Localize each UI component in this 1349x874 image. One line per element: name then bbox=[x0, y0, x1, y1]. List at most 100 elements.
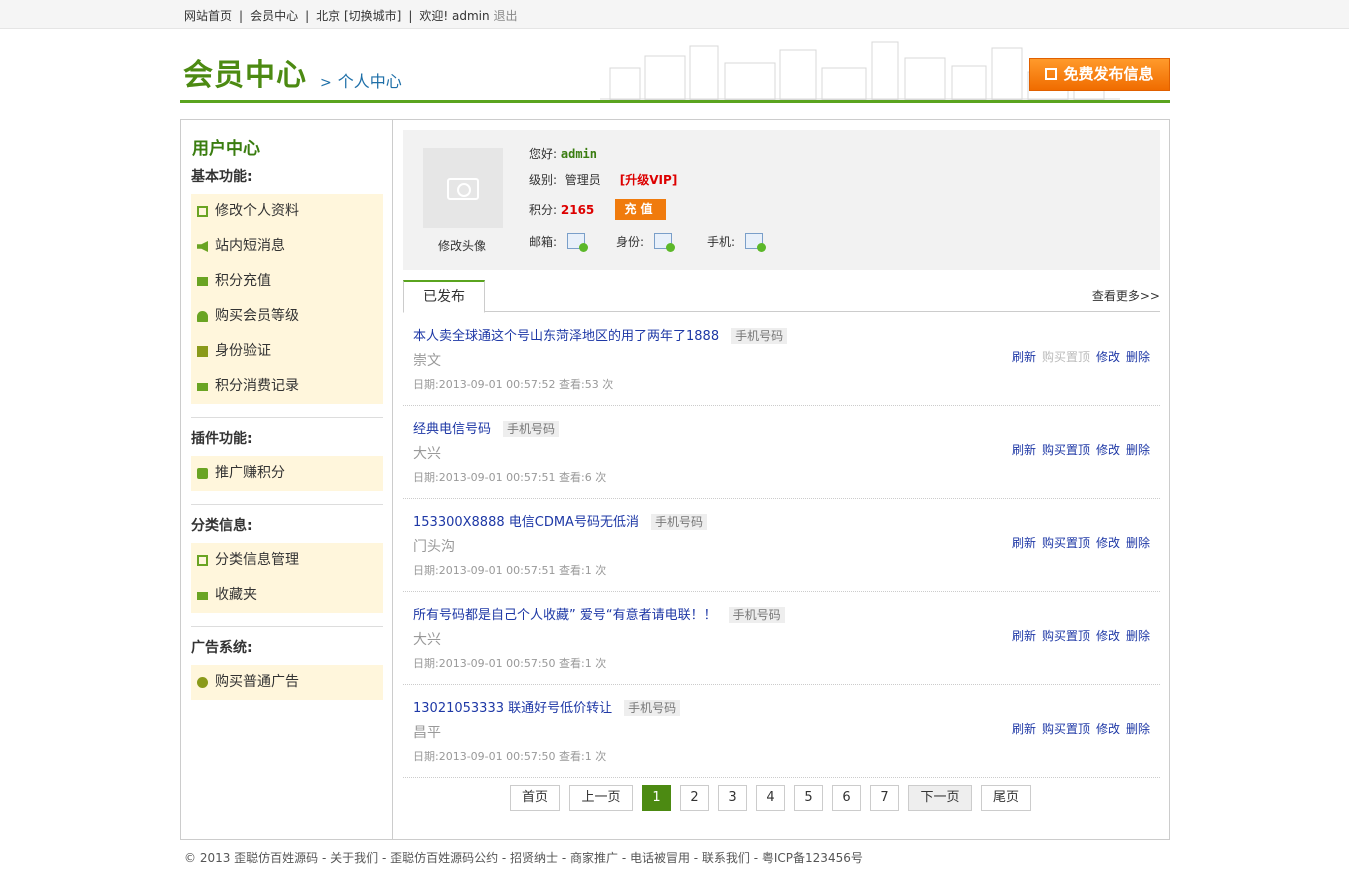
listing-title-link[interactable]: 所有号码都是自己个人收藏” 爱号“有意者请电联！！ bbox=[413, 608, 717, 623]
section-divider bbox=[191, 626, 383, 627]
edit-icon bbox=[1045, 68, 1058, 80]
sidebar-item-label: 站内短消息 bbox=[215, 238, 285, 254]
camera-icon bbox=[447, 178, 479, 200]
first-page-button[interactable]: 首页 bbox=[510, 785, 560, 811]
sidebar-item-favorites[interactable]: 收藏夹 bbox=[191, 578, 383, 613]
greeting-row: 您好: admin bbox=[529, 147, 597, 161]
last-page-button[interactable]: 尾页 bbox=[981, 785, 1031, 811]
email-verify: 邮箱: bbox=[529, 233, 589, 252]
buy-top-button[interactable]: 购买置顶 bbox=[1042, 536, 1090, 550]
list-item: 153300X8888 电信CDMA号码无低消 手机号码 门头沟 日期:2013-09… bbox=[403, 499, 1160, 592]
delete-button[interactable]: 删除 bbox=[1126, 536, 1150, 550]
sidebar-item-manage-listings[interactable]: 分类信息管理 bbox=[191, 543, 383, 578]
refresh-button[interactable]: 刷新 bbox=[1012, 536, 1036, 550]
edit-button[interactable]: 修改 bbox=[1096, 443, 1120, 457]
category-tag: 手机号码 bbox=[624, 700, 681, 716]
home-link[interactable]: 网站首页 bbox=[184, 9, 232, 23]
member-center-link[interactable]: 会员中心 bbox=[250, 9, 298, 23]
sidebar-item-label: 收藏夹 bbox=[215, 587, 257, 603]
email-verified-icon[interactable] bbox=[567, 233, 589, 252]
delete-button[interactable]: 删除 bbox=[1126, 350, 1150, 364]
footer: © 2013 歪聪仿百姓源码 - 关于我们 - 歪聪仿百姓源码公约 - 招贤纳士… bbox=[184, 851, 863, 865]
refresh-button[interactable]: 刷新 bbox=[1012, 350, 1036, 364]
phone-verified-icon[interactable] bbox=[745, 233, 767, 252]
sidebar-item-identity[interactable]: 身份验证 bbox=[191, 334, 383, 369]
listing-actions: 刷新 购买置顶 修改 删除 bbox=[1006, 348, 1150, 365]
tab-published[interactable]: 已发布 bbox=[403, 280, 485, 313]
sidebar-item-label: 购买会员等级 bbox=[215, 308, 299, 324]
points-value: 2165 bbox=[560, 203, 595, 217]
sidebar-item-promote[interactable]: 推广赚积分 bbox=[191, 456, 383, 491]
free-publish-button[interactable]: 免费发布信息 bbox=[1029, 58, 1170, 91]
buy-top-button[interactable]: 购买置顶 bbox=[1042, 629, 1090, 643]
logout-link[interactable]: 退出 bbox=[493, 9, 517, 23]
page-button-1[interactable]: 1 bbox=[642, 785, 671, 811]
switch-city-link[interactable]: [切换城市] bbox=[344, 9, 401, 23]
listing-actions: 刷新 购买置顶 修改 删除 bbox=[1006, 627, 1150, 644]
pagination: 首页 上一页 1 2 3 4 5 6 7 下一页 尾页 bbox=[510, 785, 1040, 811]
listing-meta: 日期:2013-09-01 00:57:52 查看:53 次 bbox=[413, 378, 614, 391]
edit-icon bbox=[197, 206, 208, 217]
listing-title-row: 本人卖全球通这个号山东菏泽地区的用了两年了1888 手机号码 bbox=[413, 325, 788, 344]
top-bar: 网站首页 | 会员中心 | 北京 [切换城市] | 欢迎! admin 退出 bbox=[0, 0, 1349, 29]
sidebar-item-buy-ads[interactable]: 购买普通广告 bbox=[191, 665, 383, 700]
avatar[interactable] bbox=[423, 148, 503, 228]
sidebar-item-messages[interactable]: 站内短消息 bbox=[191, 229, 383, 264]
section-title-classified: 分类信息: bbox=[191, 518, 253, 534]
envelope-icon bbox=[197, 592, 208, 600]
sidebar-item-points-log[interactable]: 积分消费记录 bbox=[191, 369, 383, 404]
id-verify: 身份: bbox=[616, 233, 676, 252]
refresh-button[interactable]: 刷新 bbox=[1012, 722, 1036, 736]
page-button-7[interactable]: 7 bbox=[870, 785, 899, 811]
plus-icon bbox=[197, 468, 208, 479]
page-button-2[interactable]: 2 bbox=[680, 785, 709, 811]
category-tag: 手机号码 bbox=[503, 421, 560, 437]
edit-icon bbox=[197, 555, 208, 566]
page-title: 会员中心 bbox=[183, 58, 307, 93]
section-title-ads: 广告系统: bbox=[191, 640, 253, 656]
refresh-button[interactable]: 刷新 bbox=[1012, 443, 1036, 457]
listing-location: 大兴 bbox=[413, 632, 441, 648]
listing-title-link[interactable]: 本人卖全球通这个号山东菏泽地区的用了两年了1888 bbox=[413, 329, 719, 344]
delete-button[interactable]: 删除 bbox=[1126, 443, 1150, 457]
delete-button[interactable]: 删除 bbox=[1126, 722, 1150, 736]
buy-top-button[interactable]: 购买置顶 bbox=[1042, 443, 1090, 457]
edit-button[interactable]: 修改 bbox=[1096, 722, 1120, 736]
upgrade-vip-link[interactable]: [升级VIP] bbox=[620, 173, 678, 187]
section-title-plugins: 插件功能: bbox=[191, 431, 253, 447]
page-button-5[interactable]: 5 bbox=[794, 785, 823, 811]
view-more-link[interactable]: 查看更多>> bbox=[1092, 287, 1160, 304]
listing-title-link[interactable]: 153300X8888 电信CDMA号码无低消 bbox=[413, 515, 639, 530]
prev-page-button[interactable]: 上一页 bbox=[569, 785, 633, 811]
page-button-3[interactable]: 3 bbox=[718, 785, 747, 811]
listing-title-link[interactable]: 13021053333 联通好号低价转让 bbox=[413, 701, 612, 716]
level-row: 级别: 管理员 [升级VIP] bbox=[529, 173, 678, 187]
edit-button[interactable]: 修改 bbox=[1096, 536, 1120, 550]
page-button-4[interactable]: 4 bbox=[756, 785, 785, 811]
buy-top-button[interactable]: 购买置顶 bbox=[1042, 722, 1090, 736]
sidebar-item-edit-profile[interactable]: 修改个人资料 bbox=[191, 194, 383, 229]
listing-actions: 刷新 购买置顶 修改 删除 bbox=[1006, 720, 1150, 737]
chevron-right-icon: > bbox=[320, 75, 332, 91]
refresh-button[interactable]: 刷新 bbox=[1012, 629, 1036, 643]
section-title-basic: 基本功能: bbox=[191, 169, 253, 185]
recharge-button[interactable]: 充值 bbox=[615, 199, 666, 220]
page-button-6[interactable]: 6 bbox=[832, 785, 861, 811]
section-plugins: 推广赚积分 bbox=[191, 456, 383, 491]
delete-button[interactable]: 删除 bbox=[1126, 629, 1150, 643]
edit-avatar-link[interactable]: 修改头像 bbox=[438, 237, 486, 254]
user-level: 管理员 bbox=[564, 173, 601, 187]
listing-location: 崇文 bbox=[413, 353, 441, 369]
welcome-text: 欢迎! admin bbox=[419, 9, 490, 23]
next-page-button[interactable]: 下一页 bbox=[908, 785, 972, 811]
sidebar-item-buy-membership[interactable]: 购买会员等级 bbox=[191, 299, 383, 334]
id-verified-icon[interactable] bbox=[654, 233, 676, 252]
listing-title-link[interactable]: 经典电信号码 bbox=[413, 422, 491, 437]
edit-button[interactable]: 修改 bbox=[1096, 629, 1120, 643]
category-tag: 手机号码 bbox=[728, 607, 785, 623]
sidebar-item-recharge[interactable]: 积分充值 bbox=[191, 264, 383, 299]
edit-button[interactable]: 修改 bbox=[1096, 350, 1120, 364]
list-item: 所有号码都是自己个人收藏” 爱号“有意者请电联！！ 手机号码 大兴 日期:2013-0… bbox=[403, 592, 1160, 685]
section-basic: 修改个人资料 站内短消息 积分充值 购买会员等级 身份验证 积分消费记录 bbox=[191, 194, 383, 404]
listing-meta: 日期:2013-09-01 00:57:50 查看:1 次 bbox=[413, 750, 607, 763]
